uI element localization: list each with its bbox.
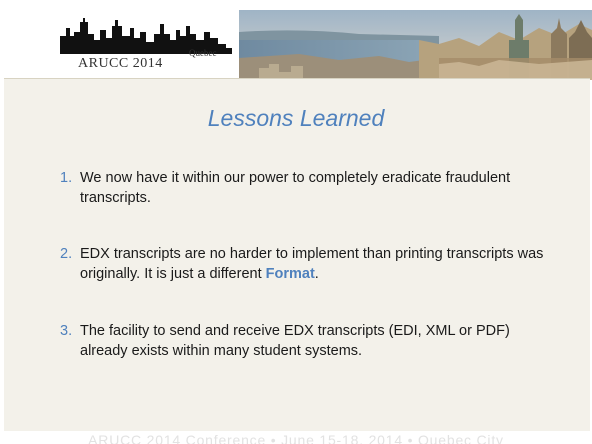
list-item: 1. We now have it within our power to co… bbox=[60, 168, 550, 208]
highlight-word: Format bbox=[265, 266, 315, 282]
logo-place: Quebec bbox=[189, 48, 217, 58]
list-number: 1. bbox=[60, 170, 73, 186]
list-text: We now have it within our power to compl… bbox=[80, 170, 511, 206]
logo-name: ARUCC 2014 bbox=[78, 56, 163, 71]
list-number: 2. bbox=[60, 246, 73, 262]
arucc-logo: Quebec ARUCC 2014 bbox=[60, 14, 232, 76]
list-number: 3. bbox=[60, 323, 73, 339]
list-text: EDX transcripts are no harder to impleme… bbox=[60, 244, 550, 284]
list-item: 3. The facility to send and receive EDX … bbox=[60, 321, 550, 361]
slide-title: Lessons Learned bbox=[207, 105, 385, 131]
list-text-after: . bbox=[314, 266, 319, 282]
list-item: 2. EDX transcripts are no harder to impl… bbox=[60, 244, 550, 284]
quebec-city-photo bbox=[239, 10, 592, 80]
list-text: The facility to send and receive EDX tra… bbox=[80, 323, 510, 359]
footer: ARUCC 2014 Conference • June 15-18, 2014… bbox=[0, 431, 592, 444]
footer-text: ARUCC 2014 Conference • June 15-18, 2014… bbox=[88, 432, 504, 444]
slide: Quebec ARUCC 2014 Lessons Learned 1. We … bbox=[0, 0, 592, 444]
header-banner: Quebec ARUCC 2014 bbox=[2, 0, 592, 80]
